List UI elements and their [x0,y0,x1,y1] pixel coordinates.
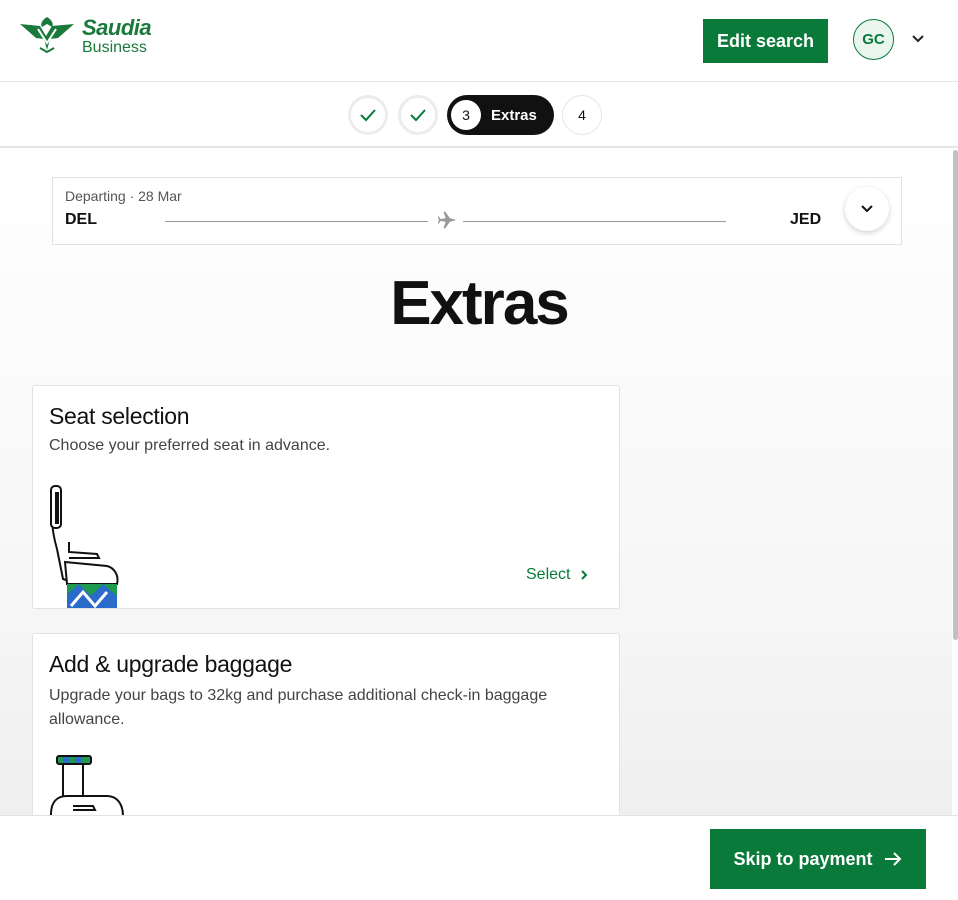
bottom-action-bar: Skip to payment [0,815,958,900]
step-3-extras-active[interactable]: 3 Extras [447,95,554,135]
seat-select-link[interactable]: Select [526,566,590,584]
card-description: Choose your preferred seat in advance. [49,437,331,454]
brand-subtitle: Business [82,38,147,56]
step-1-completed[interactable] [348,95,388,135]
card-title: Seat selection [49,403,190,429]
baggage-card[interactable]: Add & upgrade baggage Upgrade your bags … [32,633,620,815]
saudia-business-logo[interactable]: Saudia Business [18,14,152,56]
arrow-right-icon [884,852,901,866]
route-line [463,221,726,222]
step-4-upcoming[interactable]: 4 [562,95,602,135]
brand-name: Saudia [82,14,152,40]
page-title: Extras [390,269,570,338]
skip-to-payment-button[interactable]: Skip to payment [710,829,926,889]
card-description: Upgrade your bags to 32kg and purchase a… [49,687,548,728]
edit-search-button[interactable]: Edit search [703,19,828,63]
main-content: Departing · 28 Mar DEL JED Extras Seat s… [0,150,952,815]
chevron-down-icon[interactable] [910,31,926,47]
chevron-down-icon [861,205,873,213]
chevron-right-icon [581,570,588,580]
check-icon [360,109,376,122]
booking-stepper: 3 Extras 4 [0,83,958,148]
seat-illustration [50,485,119,608]
page-scrollbar[interactable] [953,150,958,640]
expand-flight-button[interactable] [845,187,889,231]
top-header: Saudia Business Edit search GC [0,0,958,82]
step-label: Extras [491,106,537,124]
card-title: Add & upgrade baggage [49,651,293,677]
seat-selection-card[interactable]: Seat selection Choose your preferred sea… [32,385,620,609]
suitcase-illustration [50,755,124,815]
saudia-palm-icon [20,17,74,54]
destination-code: JED [790,211,822,228]
step-2-completed[interactable] [398,95,438,135]
route-line [165,221,428,222]
check-icon [410,109,426,122]
airplane-icon [437,211,457,229]
select-label: Select [526,566,571,583]
flight-summary: Departing · 28 Mar DEL JED [52,177,902,245]
origin-code: DEL [65,211,97,228]
step-number: 3 [451,100,481,130]
departure-info: Departing · 28 Mar [65,188,182,204]
skip-label: Skip to payment [733,848,873,869]
user-avatar[interactable]: GC [853,19,894,60]
